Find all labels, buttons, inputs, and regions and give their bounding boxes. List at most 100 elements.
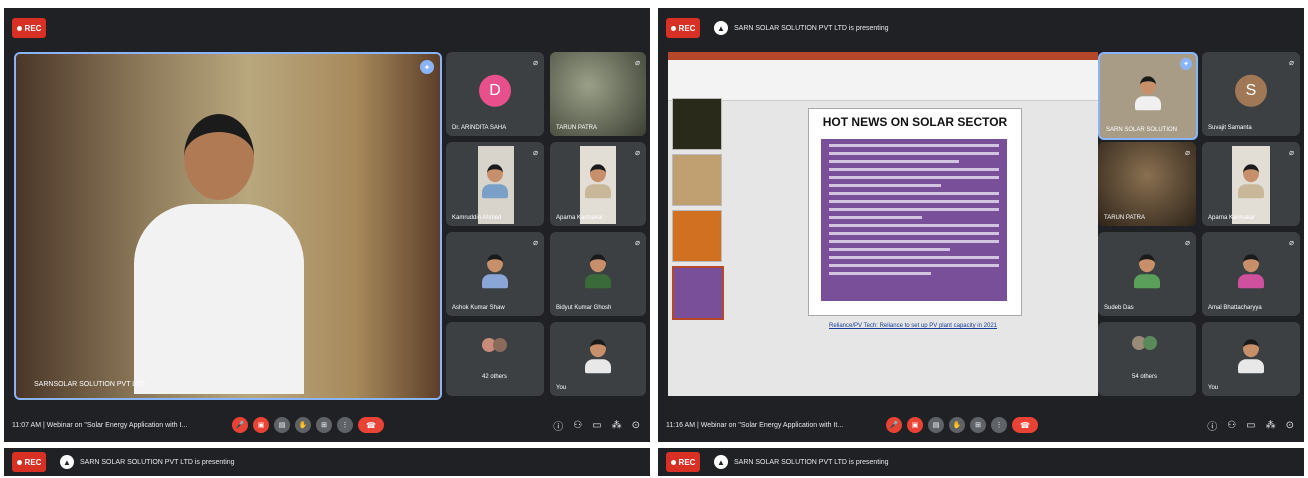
others-tile[interactable]: 42 others bbox=[446, 322, 544, 396]
left-presenting-bar: REC ▲ SARN SOLAR SOLUTION PVT LTD is pres… bbox=[4, 448, 650, 476]
slide-thumbnail[interactable] bbox=[672, 210, 722, 262]
mic-icon[interactable]: 🎤 bbox=[886, 417, 902, 433]
info-icon[interactable]: ⓘ bbox=[1207, 418, 1217, 433]
shared-screen[interactable]: HOT NEWS ON SOLAR SECTOR Reliance/PV Tec… bbox=[668, 52, 1098, 396]
rec-badge: REC bbox=[12, 452, 46, 472]
present-icon[interactable]: ⊞ bbox=[970, 417, 986, 433]
participant-video bbox=[1135, 76, 1161, 112]
presenting-status: ▲ SARN SOLAR SOLUTION PVT LTD is presenti… bbox=[714, 455, 889, 469]
captions-icon[interactable]: ▤ bbox=[928, 417, 944, 433]
end-call-icon[interactable]: ☎ bbox=[1012, 417, 1038, 433]
participant-name: You bbox=[1208, 385, 1219, 391]
rec-label: REC bbox=[678, 23, 696, 33]
rec-badge: REC bbox=[666, 18, 700, 38]
participant-name: Sudeb Das bbox=[1104, 305, 1134, 311]
participant-name: Suvajit Samanta bbox=[1208, 125, 1252, 131]
more-icon[interactable]: ⋮ bbox=[337, 417, 353, 433]
rec-dot-icon bbox=[670, 25, 676, 31]
camera-icon[interactable]: ▣ bbox=[253, 417, 269, 433]
more-icon[interactable]: ⋮ bbox=[991, 417, 1007, 433]
participant-tile[interactable]: Ashok Kumar Shaw ⌀ bbox=[446, 232, 544, 316]
activities-icon[interactable]: ⁂ bbox=[612, 420, 622, 431]
mic-off-icon: ⌀ bbox=[1289, 238, 1294, 247]
side-icons: ⓘ ⚇ ▭ ⁂ ⊙ bbox=[553, 408, 640, 442]
meeting-time: 11:16 AM bbox=[666, 421, 696, 429]
participant-name: Dr. ARINDITA SAHA bbox=[452, 125, 507, 131]
rec-badge: REC bbox=[666, 452, 700, 472]
info-icon[interactable]: ⓘ bbox=[553, 418, 563, 433]
app-titlebar bbox=[668, 52, 1098, 60]
slide-thumbnail[interactable] bbox=[672, 154, 722, 206]
end-call-icon[interactable]: ☎ bbox=[358, 417, 384, 433]
participant-name: You bbox=[556, 385, 567, 391]
presenter-tile[interactable]: SARN SOLAR SOLUTION ✦ bbox=[1098, 52, 1198, 140]
control-bar: 11:07 AM | Webinar on "Solar Energy Appl… bbox=[4, 408, 650, 442]
participant-photo bbox=[585, 254, 611, 290]
lock-icon[interactable]: ⊙ bbox=[1286, 420, 1294, 431]
participant-tile[interactable]: TARUN PATRA ⌀ bbox=[1098, 142, 1196, 226]
mic-off-icon: ⌀ bbox=[1289, 58, 1294, 67]
right-meeting-window: REC ▲ SARN SOLAR SOLUTION PVT LTD is pres… bbox=[658, 8, 1304, 442]
rec-label: REC bbox=[678, 457, 696, 467]
participant-tile[interactable]: D Dr. ARINDITA SAHA ⌀ bbox=[446, 52, 544, 136]
present-icon[interactable]: ⊞ bbox=[316, 417, 332, 433]
slide-thumbnails bbox=[672, 98, 724, 324]
slide-title: HOT NEWS ON SOLAR SECTOR bbox=[822, 115, 1008, 129]
mic-off-icon: ⌀ bbox=[635, 58, 640, 67]
self-tile[interactable]: You bbox=[550, 322, 646, 396]
participant-name: Kamruddin Ahmed bbox=[452, 215, 502, 221]
chat-icon[interactable]: ▭ bbox=[1246, 420, 1255, 431]
people-icon[interactable]: ⚇ bbox=[573, 420, 582, 431]
slide-thumbnail[interactable] bbox=[672, 98, 722, 150]
video-feed bbox=[1098, 142, 1196, 226]
activities-icon[interactable]: ⁂ bbox=[1266, 420, 1276, 431]
meeting-info: 11:16 AM | Webinar on "Solar Energy Appl… bbox=[666, 421, 844, 429]
mic-off-icon: ⌀ bbox=[1289, 148, 1294, 157]
camera-icon[interactable]: ▣ bbox=[907, 417, 923, 433]
slide-content-box bbox=[821, 139, 1007, 301]
slide-link[interactable]: Reliance/PV Tech: Reliance to set up PV … bbox=[818, 322, 1008, 331]
participant-tile[interactable]: Aparna Karmakar ⌀ bbox=[1202, 142, 1300, 226]
participant-tile[interactable]: Sudeb Das ⌀ bbox=[1098, 232, 1196, 316]
hand-icon[interactable]: ✋ bbox=[949, 417, 965, 433]
mic-icon[interactable]: 🎤 bbox=[232, 417, 248, 433]
participant-tile[interactable]: Aparna Karmakar ⌀ bbox=[550, 142, 646, 226]
lock-icon[interactable]: ⊙ bbox=[632, 420, 640, 431]
slide-thumbnail[interactable] bbox=[672, 266, 724, 320]
avatar: D bbox=[479, 74, 511, 107]
right-presenting-bar: REC ▲ SARN SOLAR SOLUTION PVT LTD is pres… bbox=[658, 448, 1304, 476]
participant-name: Aparna Karmakar bbox=[1208, 215, 1256, 221]
meeting-time: 11:07 AM bbox=[12, 421, 42, 429]
participant-tile[interactable]: Amal Bhattacharyya ⌀ bbox=[1202, 232, 1300, 316]
people-icon[interactable]: ⚇ bbox=[1227, 420, 1236, 431]
participant-name: Ashok Kumar Shaw bbox=[452, 305, 505, 311]
main-video-tile[interactable]: SARNSOLAR SOLUTION PVT LTD ✦ bbox=[14, 52, 442, 400]
present-icon: ▲ bbox=[714, 21, 728, 35]
participant-name: TARUN PATRA bbox=[556, 125, 598, 131]
participant-tile[interactable]: TARUN PATRA ⌀ bbox=[550, 52, 646, 136]
current-slide: HOT NEWS ON SOLAR SECTOR bbox=[808, 108, 1022, 316]
others-count: 54 others bbox=[1132, 374, 1158, 380]
others-avatars bbox=[482, 338, 507, 352]
participant-name: Bidyut Kumar Ghosh bbox=[556, 305, 612, 311]
captions-icon[interactable]: ▤ bbox=[274, 417, 290, 433]
participant-photo bbox=[1238, 339, 1264, 375]
participant-tile[interactable]: Bidyut Kumar Ghosh ⌀ bbox=[550, 232, 646, 316]
self-tile[interactable]: You bbox=[1202, 322, 1300, 396]
mic-off-icon: ⌀ bbox=[1185, 238, 1190, 247]
participant-name: TARUN PATRA bbox=[1104, 215, 1146, 221]
hand-icon[interactable]: ✋ bbox=[295, 417, 311, 433]
rec-dot-icon bbox=[670, 459, 676, 465]
participant-video bbox=[482, 164, 508, 200]
participant-tile[interactable]: S Suvajit Samanta ⌀ bbox=[1202, 52, 1300, 136]
pin-icon[interactable]: ✦ bbox=[1180, 58, 1192, 70]
present-icon: ▲ bbox=[60, 455, 74, 469]
avatar: S bbox=[1235, 74, 1267, 107]
others-tile[interactable]: 54 others bbox=[1098, 322, 1196, 396]
chat-icon[interactable]: ▭ bbox=[592, 420, 601, 431]
participant-tile[interactable]: Kamruddin Ahmed ⌀ bbox=[446, 142, 544, 226]
rec-dot-icon bbox=[16, 459, 22, 465]
mic-off-icon: ⌀ bbox=[1185, 148, 1190, 157]
present-icon: ▲ bbox=[714, 455, 728, 469]
pin-icon[interactable]: ✦ bbox=[420, 60, 434, 74]
